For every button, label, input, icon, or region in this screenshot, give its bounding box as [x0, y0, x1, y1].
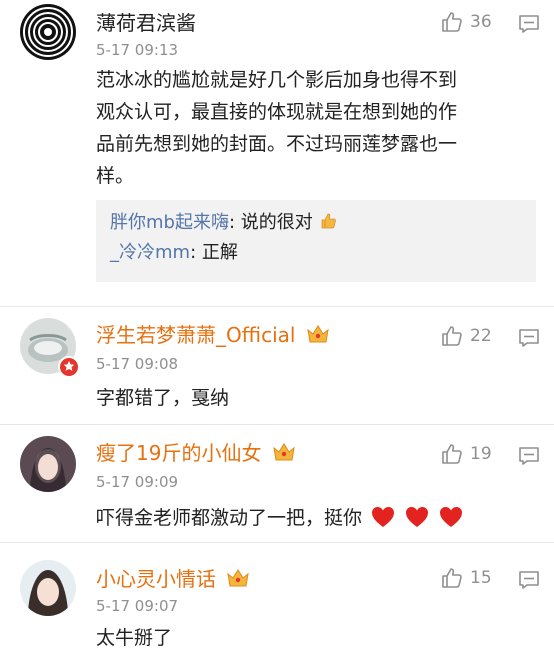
avatar[interactable] [20, 560, 76, 616]
reply-box[interactable]: 胖你mb起来嗨: 说的很对 _冷冷mm: 正解 [96, 200, 536, 282]
like-count: 15 [470, 568, 492, 588]
comment-menu-icon[interactable] [518, 570, 540, 594]
reply-item[interactable]: _冷冷mm: 正解 [110, 238, 522, 268]
comment-item: 瘦了19斤的小仙女 5-17 09:09 19 吓得金老师都激动了一把，挺你 [0, 424, 554, 536]
thumbs-up-icon [442, 12, 462, 32]
like-button[interactable]: 15 [440, 566, 492, 590]
comment-item: 薄荷君滨酱 5-17 09:13 36 范冰冰的尴尬就是好几个影后加身也得不到 … [0, 0, 554, 300]
like-count: 22 [470, 326, 492, 346]
timestamp: 5-17 09:07 [96, 597, 179, 615]
reply-text: : 说的很对 [228, 212, 313, 233]
comment-menu-icon[interactable] [518, 446, 540, 470]
comment-text-line: 观众认可，最直接的体现就是在想到她的作 [96, 101, 458, 123]
comment-text-body: 吓得金老师都激动了一把，挺你 [96, 507, 363, 529]
reply-text: : 正解 [190, 242, 238, 263]
comment-text-line: 范冰冰的尴尬就是好几个影后加身也得不到 [96, 69, 458, 91]
comment-menu-icon[interactable] [518, 14, 540, 38]
timestamp: 5-17 09:13 [96, 41, 179, 59]
vip-crown-icon [273, 443, 295, 461]
comment-text: 吓得金老师都激动了一把，挺你 [96, 502, 536, 534]
like-count: 36 [470, 12, 492, 32]
vip-crown-icon [307, 325, 329, 343]
heart-icon [406, 507, 429, 527]
username[interactable]: 薄荷君滨酱 [96, 10, 196, 36]
heart-icon [440, 507, 463, 527]
timestamp: 5-17 09:09 [96, 473, 179, 491]
comment-text: 范冰冰的尴尬就是好几个影后加身也得不到 观众认可，最直接的体现就是在想到她的作 … [96, 64, 536, 192]
vip-crown-icon [227, 569, 250, 587]
comment-item: 小心灵小情话 5-17 09:07 15 太牛掰了 [0, 542, 554, 660]
username[interactable]: 瘦了19斤的小仙女 [96, 440, 296, 466]
like-button[interactable]: 36 [440, 10, 492, 34]
comment-text: 太牛掰了 [96, 627, 173, 649]
heart-icon [372, 507, 395, 527]
thumbs-up-icon [442, 326, 462, 346]
comment-text-line: 样。 [96, 165, 135, 187]
reply-username[interactable]: _冷冷mm [110, 242, 190, 263]
reply-item[interactable]: 胖你mb起来嗨: 说的很对 [110, 208, 522, 238]
avatar[interactable] [20, 4, 76, 60]
comment-menu-icon[interactable] [518, 328, 540, 352]
reply-username[interactable]: 胖你mb起来嗨 [110, 212, 229, 233]
like-button[interactable]: 19 [440, 442, 492, 466]
like-count: 19 [470, 444, 492, 464]
username[interactable]: 浮生若梦萧萧_Official [96, 322, 330, 348]
thumbs-up-icon [442, 444, 462, 464]
comment-text: 字都错了，戛纳 [96, 387, 230, 409]
timestamp: 5-17 09:08 [96, 355, 179, 373]
comment-item: 浮生若梦萧萧_Official 5-17 09:08 22 字都错了，戛纳 [0, 306, 554, 418]
comment-text-line: 品前先想到她的封面。不过玛丽莲梦露也一 [96, 133, 458, 155]
avatar[interactable] [20, 436, 76, 492]
thumbs-up-emoji-icon [321, 213, 336, 229]
thumbs-up-icon [442, 568, 462, 588]
username[interactable]: 小心灵小情话 [96, 566, 250, 592]
verified-badge-icon [58, 356, 80, 378]
like-button[interactable]: 22 [440, 324, 492, 348]
